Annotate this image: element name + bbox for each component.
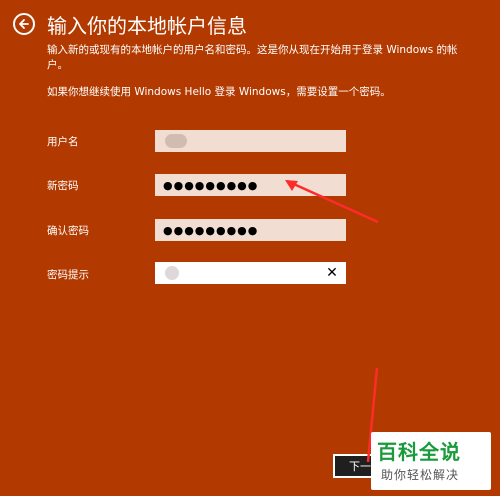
back-arrow-icon — [19, 19, 29, 29]
watermark: 百科全说 助你轻松解决 — [371, 432, 491, 490]
username-label: 用户名 — [47, 136, 79, 148]
page-title: 输入你的本地帐户信息 — [47, 14, 247, 38]
password-hint-label: 密码提示 — [47, 269, 89, 281]
confirm-password-field[interactable]: ●●●●●●●●● — [155, 219, 346, 241]
close-icon[interactable]: ✕ — [324, 264, 340, 282]
confirm-password-mask: ●●●●●●●●● — [163, 223, 259, 237]
username-field[interactable] — [155, 130, 346, 152]
new-password-field[interactable]: ●●●●●●●●● — [155, 174, 346, 196]
new-password-label: 新密码 — [47, 180, 79, 192]
confirm-password-label: 确认密码 — [47, 225, 89, 237]
annotation-arrows — [285, 179, 379, 463]
windows-hello-note: 如果你想继续使用 Windows Hello 登录 Windows，需要设置一个… — [47, 86, 391, 98]
watermark-subtitle: 助你轻松解决 — [381, 468, 460, 482]
redacted-username — [165, 134, 187, 148]
page-subtitle: 输入新的或现有的本地帐户的用户名和密码。这是你从现在开始用于登录 Windows… — [47, 44, 458, 71]
redacted-hint — [165, 266, 179, 280]
back-button[interactable] — [13, 13, 35, 35]
watermark-title: 百科全说 — [377, 440, 461, 464]
new-password-mask: ●●●●●●●●● — [163, 178, 259, 192]
password-hint-field[interactable]: ✕ — [155, 262, 346, 284]
